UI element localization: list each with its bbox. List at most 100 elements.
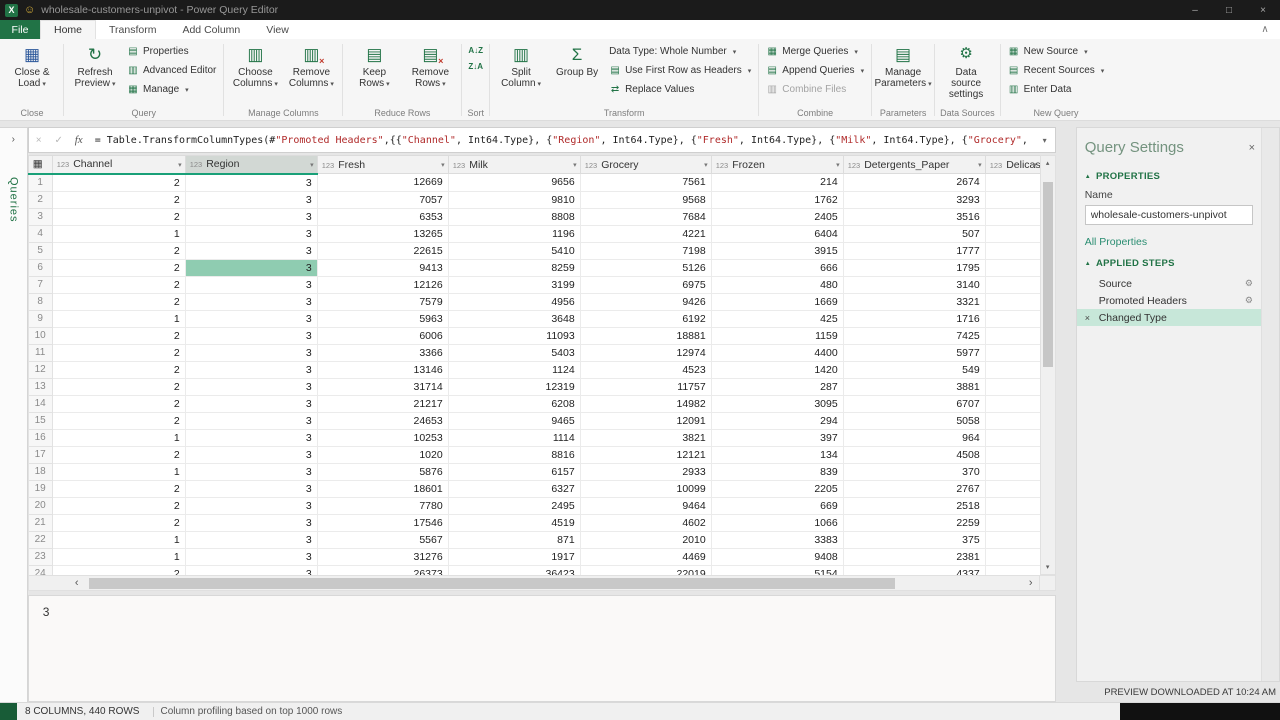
panel-scrollbar[interactable] <box>1261 128 1279 681</box>
cell[interactable]: 3 <box>185 208 317 225</box>
cell[interactable]: 2 <box>52 259 185 276</box>
cell[interactable]: 6208 <box>448 395 580 412</box>
cell[interactable]: 13265 <box>317 225 448 242</box>
row-number[interactable]: 11 <box>28 344 52 361</box>
cell[interactable] <box>985 395 1040 412</box>
cell[interactable]: 12091 <box>580 412 711 429</box>
cell[interactable]: 666 <box>711 259 843 276</box>
cell[interactable] <box>985 361 1040 378</box>
cell[interactable]: 24653 <box>317 412 448 429</box>
cell[interactable] <box>985 242 1040 259</box>
cell[interactable]: 4508 <box>843 446 985 463</box>
cell[interactable]: 5410 <box>448 242 580 259</box>
cell[interactable]: 871 <box>448 531 580 548</box>
cell[interactable]: 3140 <box>843 276 985 293</box>
column-header-detergents_paper[interactable]: 123Detergents_Paper▾ <box>843 156 985 174</box>
new-source-button[interactable]: ▦ New Source ▾ <box>1004 42 1109 61</box>
cell[interactable]: 18601 <box>317 480 448 497</box>
cell[interactable]: 3 <box>185 327 317 344</box>
column-header-milk[interactable]: 123Milk▾ <box>448 156 580 174</box>
cell[interactable]: 6404 <box>711 225 843 242</box>
cell[interactable]: 9656 <box>448 174 580 192</box>
formula-input[interactable]: = Table.TransformColumnTypes(#"Promoted … <box>89 135 1035 146</box>
all-properties-link[interactable]: All Properties <box>1077 231 1261 253</box>
cell[interactable]: 14982 <box>580 395 711 412</box>
cell[interactable] <box>985 259 1040 276</box>
cell[interactable]: 12126 <box>317 276 448 293</box>
cell[interactable]: 5567 <box>317 531 448 548</box>
cell[interactable]: 8816 <box>448 446 580 463</box>
cell[interactable]: 3 <box>185 497 317 514</box>
cell[interactable]: 12669 <box>317 174 448 192</box>
cell[interactable]: 3 <box>185 480 317 497</box>
step-settings-gear-icon[interactable]: ⚙ <box>1245 295 1253 306</box>
cell[interactable]: 2674 <box>843 174 985 192</box>
cell[interactable] <box>985 191 1040 208</box>
row-number[interactable]: 7 <box>28 276 52 293</box>
scroll-right-icon[interactable]: › <box>1023 576 1039 590</box>
cell[interactable] <box>985 565 1040 575</box>
cell[interactable]: 2259 <box>843 514 985 531</box>
filter-dropdown-icon[interactable]: ▾ <box>978 161 982 169</box>
cell[interactable]: 549 <box>843 361 985 378</box>
row-number[interactable]: 14 <box>28 395 52 412</box>
queries-pane-label[interactable]: Queries <box>7 177 19 223</box>
cell[interactable]: 4602 <box>580 514 711 531</box>
cell[interactable]: 2 <box>52 361 185 378</box>
cell[interactable]: 22019 <box>580 565 711 575</box>
cell[interactable]: 5403 <box>448 344 580 361</box>
cell[interactable]: 3 <box>185 395 317 412</box>
cell[interactable] <box>985 548 1040 565</box>
cell[interactable]: 3915 <box>711 242 843 259</box>
data-type-button[interactable]: Data Type: Whole Number ▾ <box>605 42 755 61</box>
cell[interactable] <box>985 514 1040 531</box>
expand-formula-bar-icon[interactable]: ▾ <box>1035 136 1055 145</box>
cell[interactable]: 7780 <box>317 497 448 514</box>
tab-transform[interactable]: Transform <box>96 20 169 39</box>
cell[interactable]: 4519 <box>448 514 580 531</box>
append-queries-button[interactable]: ▤ Append Queries ▾ <box>762 61 868 80</box>
cell[interactable] <box>985 497 1040 514</box>
cell[interactable]: 2518 <box>843 497 985 514</box>
cell[interactable]: 669 <box>711 497 843 514</box>
cell[interactable]: 10253 <box>317 429 448 446</box>
cell[interactable]: 2495 <box>448 497 580 514</box>
cell[interactable]: 2 <box>52 378 185 395</box>
applied-step-source[interactable]: Source⚙ <box>1077 275 1261 292</box>
filter-dropdown-icon[interactable]: ▾ <box>573 161 577 169</box>
row-number[interactable]: 17 <box>28 446 52 463</box>
cell[interactable]: 294 <box>711 412 843 429</box>
cell[interactable]: 11093 <box>448 327 580 344</box>
close-panel-icon[interactable]: × <box>1249 142 1255 154</box>
row-number[interactable]: 10 <box>28 327 52 344</box>
cell[interactable]: 7425 <box>843 327 985 344</box>
choose-columns-button[interactable]: ▥ Choose Columns▾ <box>227 40 283 89</box>
column-header-frozen[interactable]: 123Frozen▾ <box>711 156 843 174</box>
cell[interactable]: 1 <box>52 429 185 446</box>
advanced-editor-button[interactable]: ▥ Advanced Editor <box>123 61 220 80</box>
cell[interactable]: 1196 <box>448 225 580 242</box>
cell[interactable]: 7579 <box>317 293 448 310</box>
properties-button[interactable]: ▤ Properties <box>123 42 220 61</box>
merge-queries-button[interactable]: ▦ Merge Queries ▾ <box>762 42 868 61</box>
enter-data-button[interactable]: ▥ Enter Data <box>1004 80 1109 99</box>
cell[interactable]: 2767 <box>843 480 985 497</box>
cancel-formula-icon[interactable]: × <box>29 135 49 146</box>
cell[interactable]: 4523 <box>580 361 711 378</box>
remove-rows-button[interactable]: ▤× Remove Rows▾ <box>402 40 458 89</box>
cell[interactable]: 3881 <box>843 378 985 395</box>
row-number[interactable]: 12 <box>28 361 52 378</box>
cell[interactable]: 26373 <box>317 565 448 575</box>
row-number[interactable]: 9 <box>28 310 52 327</box>
cell[interactable]: 1 <box>52 310 185 327</box>
cell[interactable]: 370 <box>843 463 985 480</box>
query-name-input[interactable] <box>1085 205 1253 225</box>
cell[interactable]: 9426 <box>580 293 711 310</box>
cell[interactable]: 6192 <box>580 310 711 327</box>
column-header-region[interactable]: 123Region▾ <box>185 156 317 174</box>
cell[interactable]: 3648 <box>448 310 580 327</box>
cell[interactable]: 3 <box>185 565 317 575</box>
cell[interactable]: 3199 <box>448 276 580 293</box>
applied-steps-section-header[interactable]: ▲ APPLIED STEPS <box>1077 253 1261 273</box>
cell[interactable]: 31276 <box>317 548 448 565</box>
